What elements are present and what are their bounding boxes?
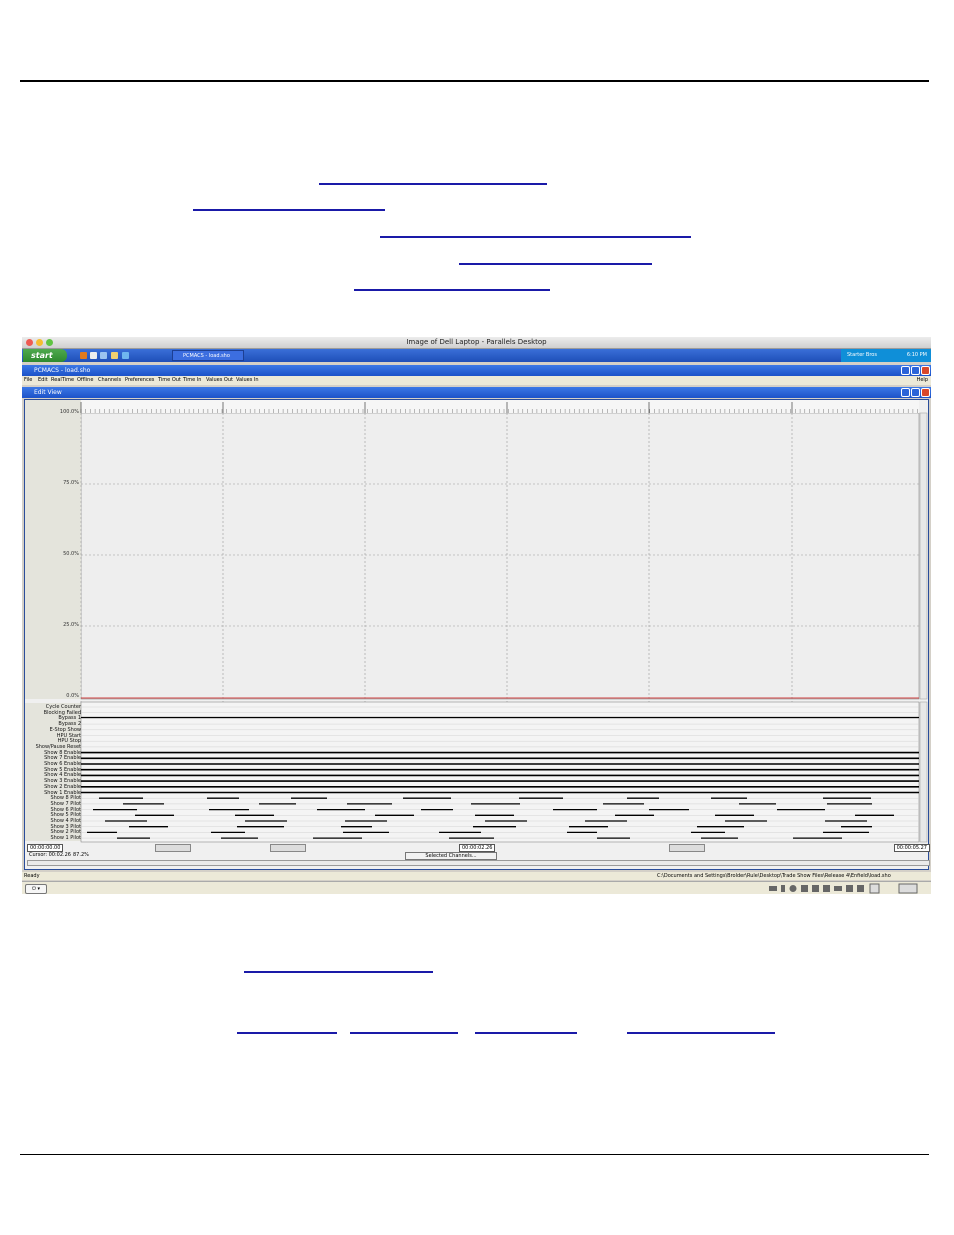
menu-values-out[interactable]: Values Out <box>206 376 233 385</box>
hyperlink-7[interactable] <box>237 1032 337 1034</box>
hyperlink-5[interactable] <box>354 289 550 291</box>
folder-icon[interactable] <box>111 352 118 359</box>
clock: 6:10 PM <box>906 352 927 358</box>
power-button[interactable]: ⏻ ▾ <box>25 884 47 894</box>
menu-edit[interactable]: Edit <box>38 376 48 385</box>
usb-icon[interactable] <box>781 885 785 892</box>
system-tray: Starter Bros 6:10 PM <box>841 349 931 362</box>
hyperlink-3[interactable] <box>380 236 691 238</box>
channel-scrollbar[interactable] <box>919 701 928 843</box>
parallels-window-title: Image of Dell Laptop - Parallels Desktop <box>406 338 547 346</box>
printer-icon[interactable] <box>834 886 842 891</box>
start-button[interactable]: start <box>23 349 67 362</box>
time-field-disabled-2 <box>270 844 306 852</box>
menu-help[interactable]: Help <box>917 376 928 385</box>
plot-area <box>25 400 928 843</box>
time-field-disabled-1 <box>155 844 191 852</box>
parallels-title-bar: Image of Dell Laptop - Parallels Desktop <box>22 337 931 349</box>
tray-text: Starter Bros <box>847 352 877 358</box>
maximize-icon[interactable] <box>911 366 920 375</box>
menu-values-in[interactable]: Values In <box>236 376 259 385</box>
edit-view-title: Edit View <box>34 389 62 396</box>
time-controls: 00:00:00.00 00:00:02.26 00:00:05.27 Curs… <box>27 844 930 868</box>
edit-view-body: 100.0% 75.0% 50.0% 25.0% 0.0% Cycle Coun… <box>24 399 930 870</box>
ie-icon[interactable] <box>122 352 129 359</box>
y-label-50: 50.0% <box>63 551 79 557</box>
menu-channels[interactable]: Channels <box>98 376 121 385</box>
time-mid-field[interactable]: 00:00:02.26 <box>459 844 496 852</box>
network-icon[interactable] <box>812 885 819 892</box>
ruler-background <box>81 400 919 413</box>
menu-realtime[interactable]: RealTime <box>51 376 74 385</box>
status-path: C:\Documents and Settings\Brolder\Rule\D… <box>657 873 891 879</box>
analog-plot <box>80 412 920 700</box>
firefox-icon[interactable] <box>80 352 87 359</box>
menu-offline[interactable]: Offline <box>77 376 93 385</box>
shared-folders-icon[interactable] <box>846 885 853 892</box>
view-mode-icon[interactable] <box>898 883 918 894</box>
taskbar-pcmacs-button[interactable]: PCMACS - load.sho <box>172 350 244 361</box>
floppy-icon[interactable] <box>801 885 808 892</box>
cursor-percent: 87.2% <box>73 852 89 858</box>
device-icons <box>769 883 918 894</box>
edit-view-title-bar: Edit View <box>22 387 931 398</box>
minimize-icon[interactable] <box>901 388 910 397</box>
hyperlink-8[interactable] <box>350 1032 458 1034</box>
menu-file[interactable]: File <box>24 376 32 385</box>
maximize-icon[interactable] <box>911 388 920 397</box>
status-ready: Ready <box>24 873 40 879</box>
hdd-icon[interactable] <box>769 886 777 891</box>
docs-icon[interactable] <box>100 352 107 359</box>
status-bar: Ready C:\Documents and Settings\Brolder\… <box>22 872 931 880</box>
app-title: PCMACS - load.sho <box>34 367 91 374</box>
hyperlink-9[interactable] <box>475 1032 577 1034</box>
menu-time-in[interactable]: Time In <box>183 376 201 385</box>
hyperlink-6[interactable] <box>244 971 433 973</box>
windows-taskbar: start PCMACS - load.sho Starter Bros 6:1… <box>22 349 931 362</box>
y-label-0: 0.0% <box>66 693 79 699</box>
close-icon[interactable] <box>921 366 930 375</box>
hyperlink-10[interactable] <box>627 1032 775 1034</box>
hyperlink-4[interactable] <box>459 263 652 265</box>
time-end-field[interactable]: 00:00:05.27 <box>893 844 930 852</box>
hyperlink-1[interactable] <box>319 183 547 185</box>
top-rule <box>20 80 929 82</box>
menu-time-out[interactable]: Time Out <box>158 376 181 385</box>
bottom-rule <box>20 1154 929 1155</box>
time-start-field[interactable]: 00:00:00.00 <box>27 844 64 852</box>
camera-icon[interactable] <box>857 885 864 892</box>
time-field-disabled-3 <box>669 844 705 852</box>
channel-label[interactable]: Show 1 Pilot <box>27 835 81 842</box>
cursor-label: Cursor: 00:02.26 <box>29 852 71 858</box>
horizontal-scrollbar[interactable] <box>27 860 930 866</box>
hyperlink-2[interactable] <box>193 209 385 211</box>
menu-preferences[interactable]: Preferences <box>125 376 154 385</box>
parallels-toolbar: ⏻ ▾ <box>22 881 931 894</box>
app-title-bar: PCMACS - load.sho <box>22 365 931 376</box>
settings-icon[interactable] <box>869 883 880 894</box>
close-icon[interactable] <box>921 388 930 397</box>
y-label-100: 100.0% <box>59 409 79 415</box>
cd-icon[interactable] <box>789 885 797 892</box>
embedded-screenshot: Image of Dell Laptop - Parallels Desktop… <box>22 337 931 894</box>
minimize-icon[interactable] <box>901 366 910 375</box>
vertical-scrollbar[interactable] <box>919 412 928 700</box>
selected-channels-button[interactable]: Selected Channels... <box>405 852 497 860</box>
y-label-25: 25.0% <box>63 622 79 628</box>
menu-bar: File Edit RealTime Offline Channels Pref… <box>22 376 931 385</box>
time-ruler <box>80 400 919 413</box>
y-label-75: 75.0% <box>63 480 79 486</box>
y-axis-panel <box>25 400 81 699</box>
sound-icon[interactable] <box>823 885 830 892</box>
app-icon[interactable] <box>90 352 97 359</box>
